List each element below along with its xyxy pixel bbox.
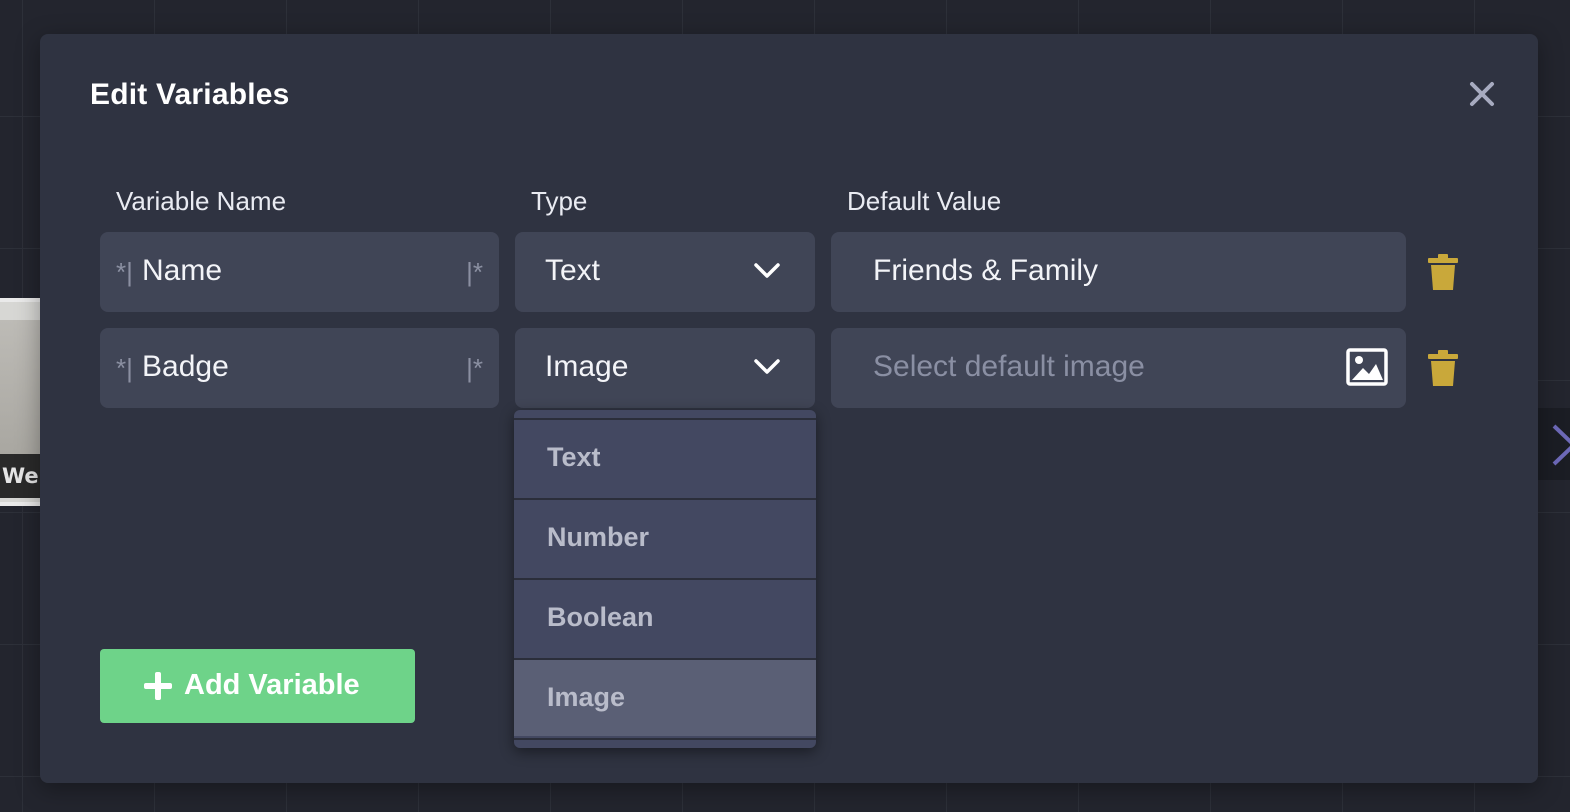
- variable-type-select[interactable]: Text: [515, 232, 815, 312]
- close-button[interactable]: [1468, 80, 1496, 108]
- trash-icon: [1428, 254, 1458, 290]
- name-marker-left: *|: [116, 257, 133, 287]
- default-value-text: Friends & Family: [873, 254, 1099, 287]
- modal-title: Edit Variables: [90, 78, 290, 111]
- edit-variables-modal: Edit Variables Variable Name Type Defaul…: [40, 34, 1538, 783]
- default-image-placeholder: Select default image: [873, 350, 1145, 383]
- dropdown-option-text[interactable]: Text: [514, 418, 816, 496]
- column-header-default: Default Value: [847, 186, 1002, 216]
- close-icon: [1470, 82, 1494, 106]
- variable-name-value: Badge: [142, 350, 229, 383]
- variable-name-input[interactable]: *| Badge |*: [100, 328, 499, 408]
- name-marker-left: *|: [116, 353, 133, 383]
- default-image-picker[interactable]: Select default image: [831, 328, 1406, 408]
- dropdown-divider: [514, 738, 816, 748]
- add-variable-button[interactable]: Add Variable: [100, 649, 415, 723]
- dropdown-option-number[interactable]: Number: [514, 498, 816, 576]
- canvas-next-arrow[interactable]: [1538, 408, 1570, 480]
- delete-variable-button[interactable]: [1427, 252, 1459, 292]
- variable-type-value: Text: [545, 254, 601, 287]
- canvas-node-label: We: [0, 454, 40, 498]
- default-value-input[interactable]: Friends & Family: [831, 232, 1406, 312]
- plus-icon: [144, 672, 172, 700]
- chevron-down-icon: [754, 359, 780, 374]
- name-marker-right: |*: [466, 353, 483, 383]
- variable-name-input[interactable]: *| Name |*: [100, 232, 499, 312]
- column-header-name: Variable Name: [116, 186, 287, 216]
- variable-type-select[interactable]: Image: [515, 328, 815, 408]
- chevron-down-icon: [754, 263, 780, 278]
- trash-icon: [1428, 350, 1458, 386]
- name-marker-right: |*: [466, 257, 483, 287]
- delete-variable-button[interactable]: [1427, 348, 1459, 388]
- dropdown-option-boolean[interactable]: Boolean: [514, 578, 816, 656]
- column-header-type: Type: [531, 186, 588, 216]
- add-variable-label: Add Variable: [184, 669, 360, 701]
- chevron-right-icon: [1552, 424, 1570, 466]
- image-icon[interactable]: [1346, 348, 1388, 386]
- canvas-node[interactable]: We: [0, 298, 40, 506]
- dropdown-option-image[interactable]: Image: [514, 658, 816, 736]
- canvas-node-image: [0, 320, 40, 454]
- type-dropdown-menu: Text Number Boolean Image: [514, 410, 816, 748]
- variable-name-value: Name: [142, 254, 223, 287]
- variable-type-value: Image: [545, 350, 629, 383]
